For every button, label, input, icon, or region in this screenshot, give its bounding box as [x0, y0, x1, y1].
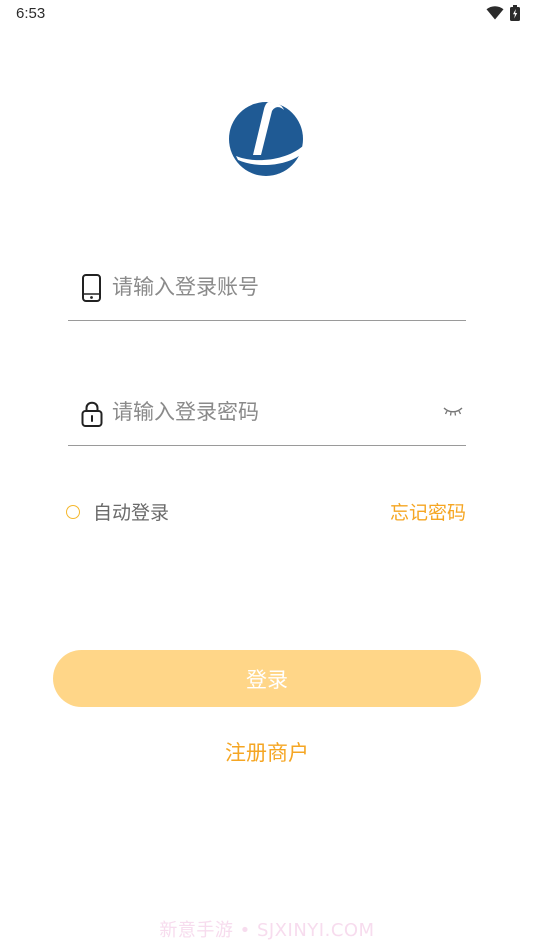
brand-logo-icon [229, 102, 303, 176]
status-time: 6:53 [16, 5, 46, 22]
login-button[interactable]: 登录 [53, 650, 481, 707]
register-merchant-link[interactable]: 注册商户 [0, 737, 534, 767]
lock-icon [81, 401, 103, 427]
auto-login-checkbox[interactable]: 自动登录 [66, 498, 169, 525]
status-bar: 6:53 [0, 0, 534, 28]
password-field [68, 385, 466, 446]
login-options: 自动登录 忘记密码 [66, 498, 466, 526]
battery-icon [510, 5, 520, 21]
auto-login-label: 自动登录 [93, 502, 170, 524]
radio-icon[interactable] [66, 505, 80, 519]
phone-icon [82, 274, 101, 302]
wifi-icon [486, 6, 504, 20]
watermark: 新意手游 • SJXINYI.COM [159, 920, 375, 941]
eye-closed-icon[interactable] [442, 403, 464, 419]
status-icons [486, 5, 520, 21]
password-input[interactable] [112, 395, 412, 429]
account-field [68, 260, 466, 321]
forgot-password-link[interactable]: 忘记密码 [390, 498, 466, 525]
account-input[interactable] [112, 270, 412, 304]
